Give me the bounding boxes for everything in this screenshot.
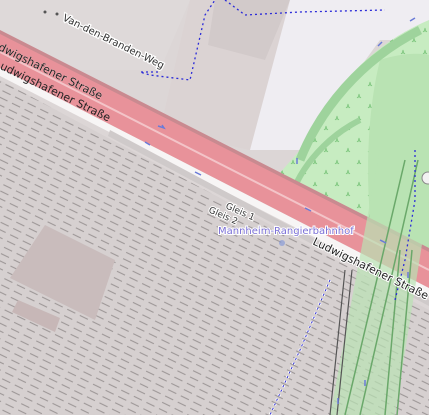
map-marker[interactable] [421, 171, 429, 185]
map-view[interactable]: Van-den-Branden-Weg Ludwigshafener Straß… [0, 0, 429, 415]
poi-dot-1 [43, 10, 47, 14]
poi-dot-2 [55, 12, 59, 16]
map-canvas: Van-den-Branden-Weg Ludwigshafener Straß… [0, 0, 429, 415]
station-label[interactable]: Mannheim-Rangierbahnhof [217, 225, 355, 238]
poi-dot-3 [279, 240, 285, 246]
